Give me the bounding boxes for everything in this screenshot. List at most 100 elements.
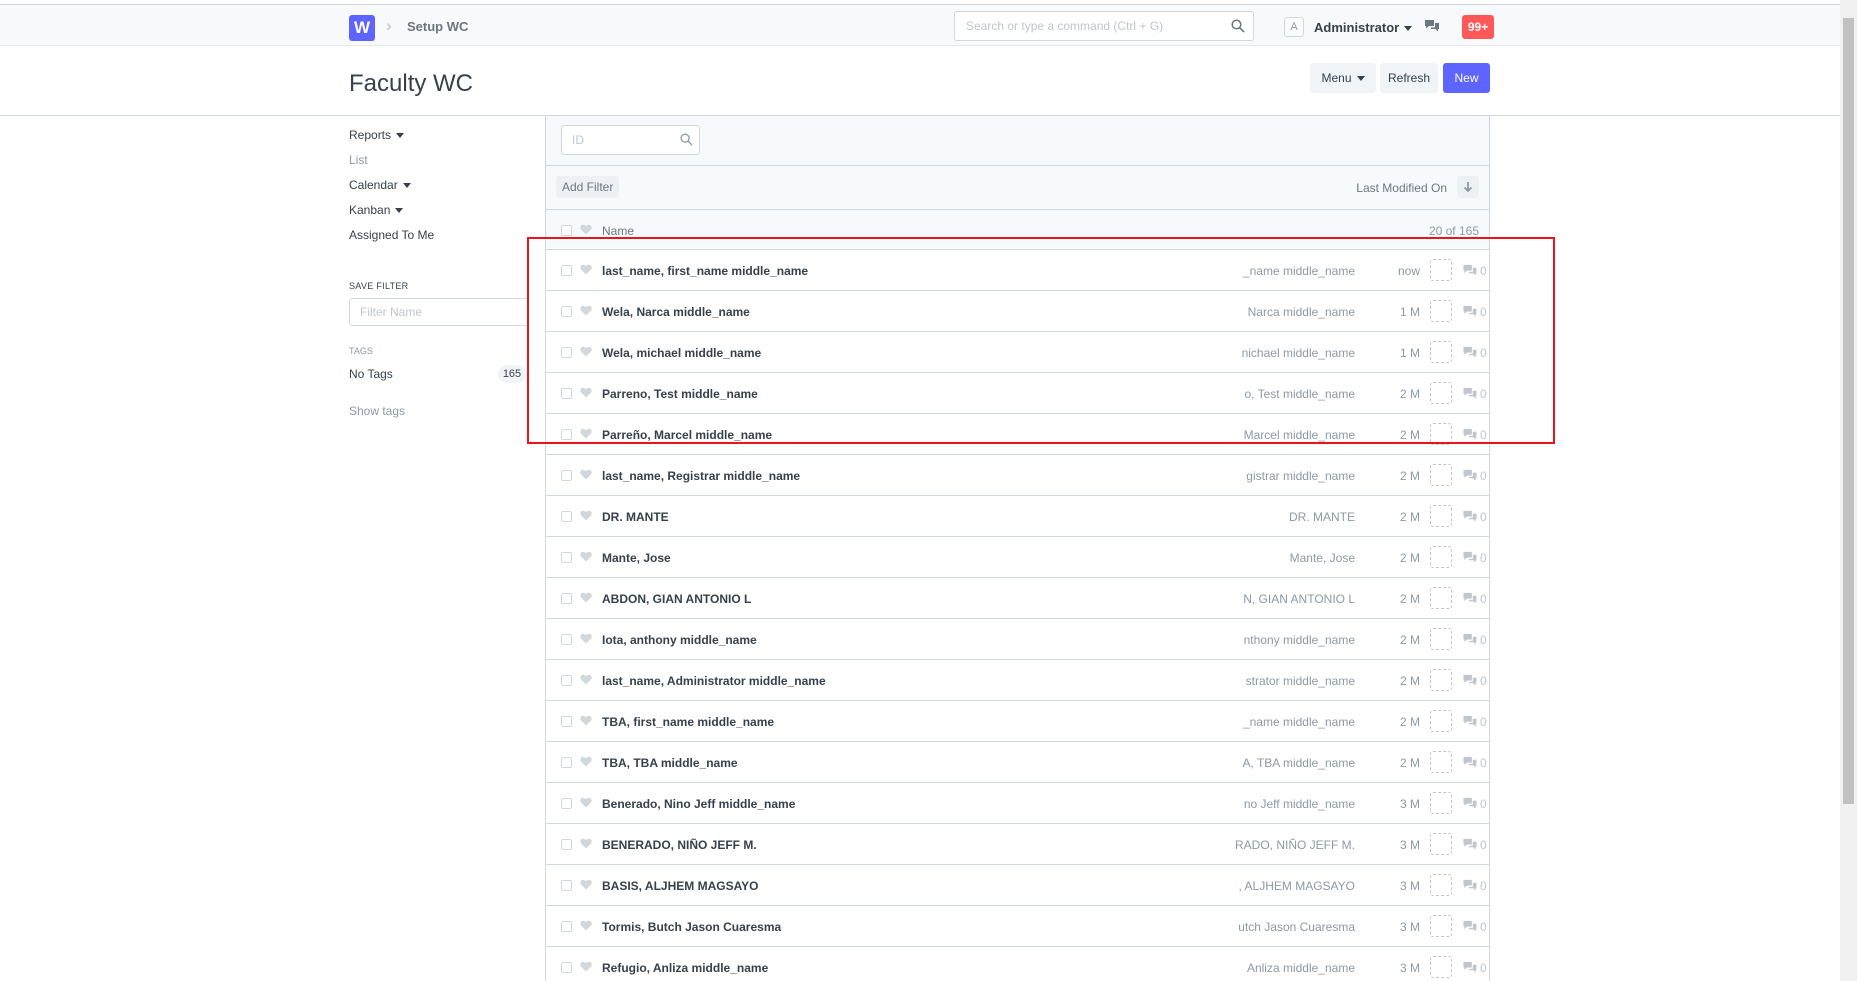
filter-name-input[interactable]: [349, 298, 529, 326]
assign-to-placeholder[interactable]: [1430, 915, 1452, 937]
row-title-link[interactable]: DR. MANTE: [602, 510, 669, 524]
list-row[interactable]: Benerado, Nino Jeff middle_name no Jeff m…: [546, 783, 1489, 824]
select-all-checkbox[interactable]: [561, 225, 572, 236]
heart-icon[interactable]: [580, 592, 592, 606]
comment-icon: [1462, 838, 1478, 854]
scrollbar-thumb[interactable]: [1843, 18, 1854, 804]
list-row[interactable]: TBA, first_name middle_name _name middle_…: [546, 701, 1489, 742]
row-checkbox[interactable]: [561, 757, 572, 768]
row-checkbox[interactable]: [561, 511, 572, 522]
user-avatar[interactable]: A: [1284, 17, 1304, 37]
list-row[interactable]: BASIS, ALJHEM MAGSAYO , ALJHEM MAGSAYO 3 M…: [546, 865, 1489, 906]
list-row[interactable]: Iota, anthony middle_name nthony middle_n…: [546, 619, 1489, 660]
assign-to-placeholder[interactable]: [1430, 628, 1452, 650]
row-subtitle-text: _name middle_name: [1242, 715, 1355, 729]
list-row[interactable]: ABDON, GIAN ANTONIO L N, GIAN ANTONIO L 2 …: [546, 578, 1489, 619]
comment-icon: [1462, 920, 1478, 936]
sidebar-item-calendar[interactable]: Calendar: [349, 178, 529, 193]
heart-icon[interactable]: [580, 633, 592, 647]
sidebar-item-kanban[interactable]: Kanban: [349, 203, 529, 218]
assign-to-placeholder[interactable]: [1430, 464, 1452, 486]
assign-to-placeholder[interactable]: [1430, 546, 1452, 568]
assign-to-placeholder[interactable]: [1430, 956, 1452, 978]
heart-icon[interactable]: [580, 510, 592, 524]
row-title-link[interactable]: BENERADO, NIÑO JEFF M.: [602, 838, 757, 852]
breadcrumb-setup-wc[interactable]: Setup WC: [407, 19, 468, 34]
row-checkbox[interactable]: [561, 552, 572, 563]
heart-icon[interactable]: [580, 756, 592, 770]
sidebar-item-assigned-to-me[interactable]: Assigned To Me: [349, 228, 529, 243]
heart-icon[interactable]: [580, 838, 592, 852]
show-tags-link[interactable]: Show tags: [349, 404, 405, 418]
row-checkbox[interactable]: [561, 634, 572, 645]
row-title-link[interactable]: last_name, Registrar middle_name: [602, 469, 800, 483]
search-input[interactable]: [955, 12, 1215, 40]
heart-icon[interactable]: [580, 224, 592, 238]
user-name: Administrator: [1314, 20, 1400, 35]
row-checkbox[interactable]: [561, 839, 572, 850]
list-row[interactable]: last_name, Registrar middle_name gistrar …: [546, 455, 1489, 496]
assign-to-placeholder[interactable]: [1430, 833, 1452, 855]
comment-count: 0: [1480, 633, 1487, 647]
heart-icon[interactable]: [580, 551, 592, 565]
heart-icon[interactable]: [580, 797, 592, 811]
row-checkbox[interactable]: [561, 470, 572, 481]
row-checkbox[interactable]: [561, 921, 572, 932]
row-checkbox[interactable]: [561, 675, 572, 686]
list-row[interactable]: last_name, Administrator middle_name stra…: [546, 660, 1489, 701]
list-row[interactable]: BENERADO, NIÑO JEFF M. RADO, NIÑO JEFF M.…: [546, 824, 1489, 865]
app-logo[interactable]: W: [349, 15, 375, 41]
heart-icon[interactable]: [580, 674, 592, 688]
assign-to-placeholder[interactable]: [1430, 505, 1452, 527]
id-filter-input[interactable]: [562, 126, 672, 154]
user-menu[interactable]: Administrator: [1314, 20, 1413, 35]
menu-button[interactable]: Menu: [1310, 63, 1376, 93]
heart-icon[interactable]: [580, 961, 592, 975]
assign-to-placeholder[interactable]: [1430, 669, 1452, 691]
sort-selector[interactable]: Last Modified On: [1356, 181, 1447, 195]
page-scrollbar[interactable]: [1840, 0, 1857, 981]
notifications-badge[interactable]: 99+: [1462, 15, 1494, 39]
comment-icon: [1462, 551, 1478, 567]
row-title-link[interactable]: Mante, Jose: [602, 551, 671, 565]
heart-icon[interactable]: [580, 920, 592, 934]
list-row[interactable]: Refugio, Anliza middle_name Anliza middle…: [546, 947, 1489, 981]
row-title-link[interactable]: TBA, first_name middle_name: [602, 715, 774, 729]
row-title-link[interactable]: TBA, TBA middle_name: [602, 756, 738, 770]
assign-to-placeholder[interactable]: [1430, 874, 1452, 896]
row-checkbox[interactable]: [561, 716, 572, 727]
list-row[interactable]: Tormis, Butch Jason Cuaresma utch Jason C…: [546, 906, 1489, 947]
row-title-link[interactable]: Iota, anthony middle_name: [602, 633, 757, 647]
heart-icon[interactable]: [580, 879, 592, 893]
row-title-link[interactable]: ABDON, GIAN ANTONIO L: [602, 592, 751, 606]
new-button[interactable]: New: [1443, 63, 1490, 93]
heart-icon[interactable]: [580, 469, 592, 483]
assign-to-placeholder[interactable]: [1430, 792, 1452, 814]
assign-to-placeholder[interactable]: [1430, 751, 1452, 773]
list-row[interactable]: DR. MANTE DR. MANTE 2 M 0: [546, 496, 1489, 537]
row-title-link[interactable]: Tormis, Butch Jason Cuaresma: [602, 920, 781, 934]
row-checkbox[interactable]: [561, 593, 572, 604]
heart-icon[interactable]: [580, 715, 592, 729]
row-checkbox[interactable]: [561, 962, 572, 973]
assign-to-placeholder[interactable]: [1430, 710, 1452, 732]
assign-to-placeholder[interactable]: [1430, 587, 1452, 609]
row-checkbox[interactable]: [561, 798, 572, 809]
row-checkbox[interactable]: [561, 880, 572, 891]
annotation-highlight-box: [527, 237, 1555, 444]
chat-icon[interactable]: [1424, 19, 1440, 36]
comment-icon: [1462, 879, 1478, 895]
row-title-link[interactable]: last_name, Administrator middle_name: [602, 674, 826, 688]
sort-order-button[interactable]: [1457, 176, 1479, 198]
list-row[interactable]: TBA, TBA middle_name A, TBA middle_name 2 …: [546, 742, 1489, 783]
row-title-link[interactable]: BASIS, ALJHEM MAGSAYO: [602, 879, 758, 893]
list-row[interactable]: Mante, Jose Mante, Jose 2 M 0: [546, 537, 1489, 578]
sidebar-item-label: Assigned To Me: [349, 228, 435, 242]
sidebar-item-list[interactable]: List: [349, 153, 529, 168]
sidebar-item-reports[interactable]: Reports: [349, 128, 529, 143]
add-filter-button[interactable]: Add Filter: [556, 176, 620, 198]
refresh-button[interactable]: Refresh: [1380, 63, 1438, 93]
row-title-link[interactable]: Refugio, Anliza middle_name: [602, 961, 768, 975]
row-title-link[interactable]: Benerado, Nino Jeff middle_name: [602, 797, 795, 811]
no-tags-link[interactable]: No Tags: [349, 367, 393, 381]
